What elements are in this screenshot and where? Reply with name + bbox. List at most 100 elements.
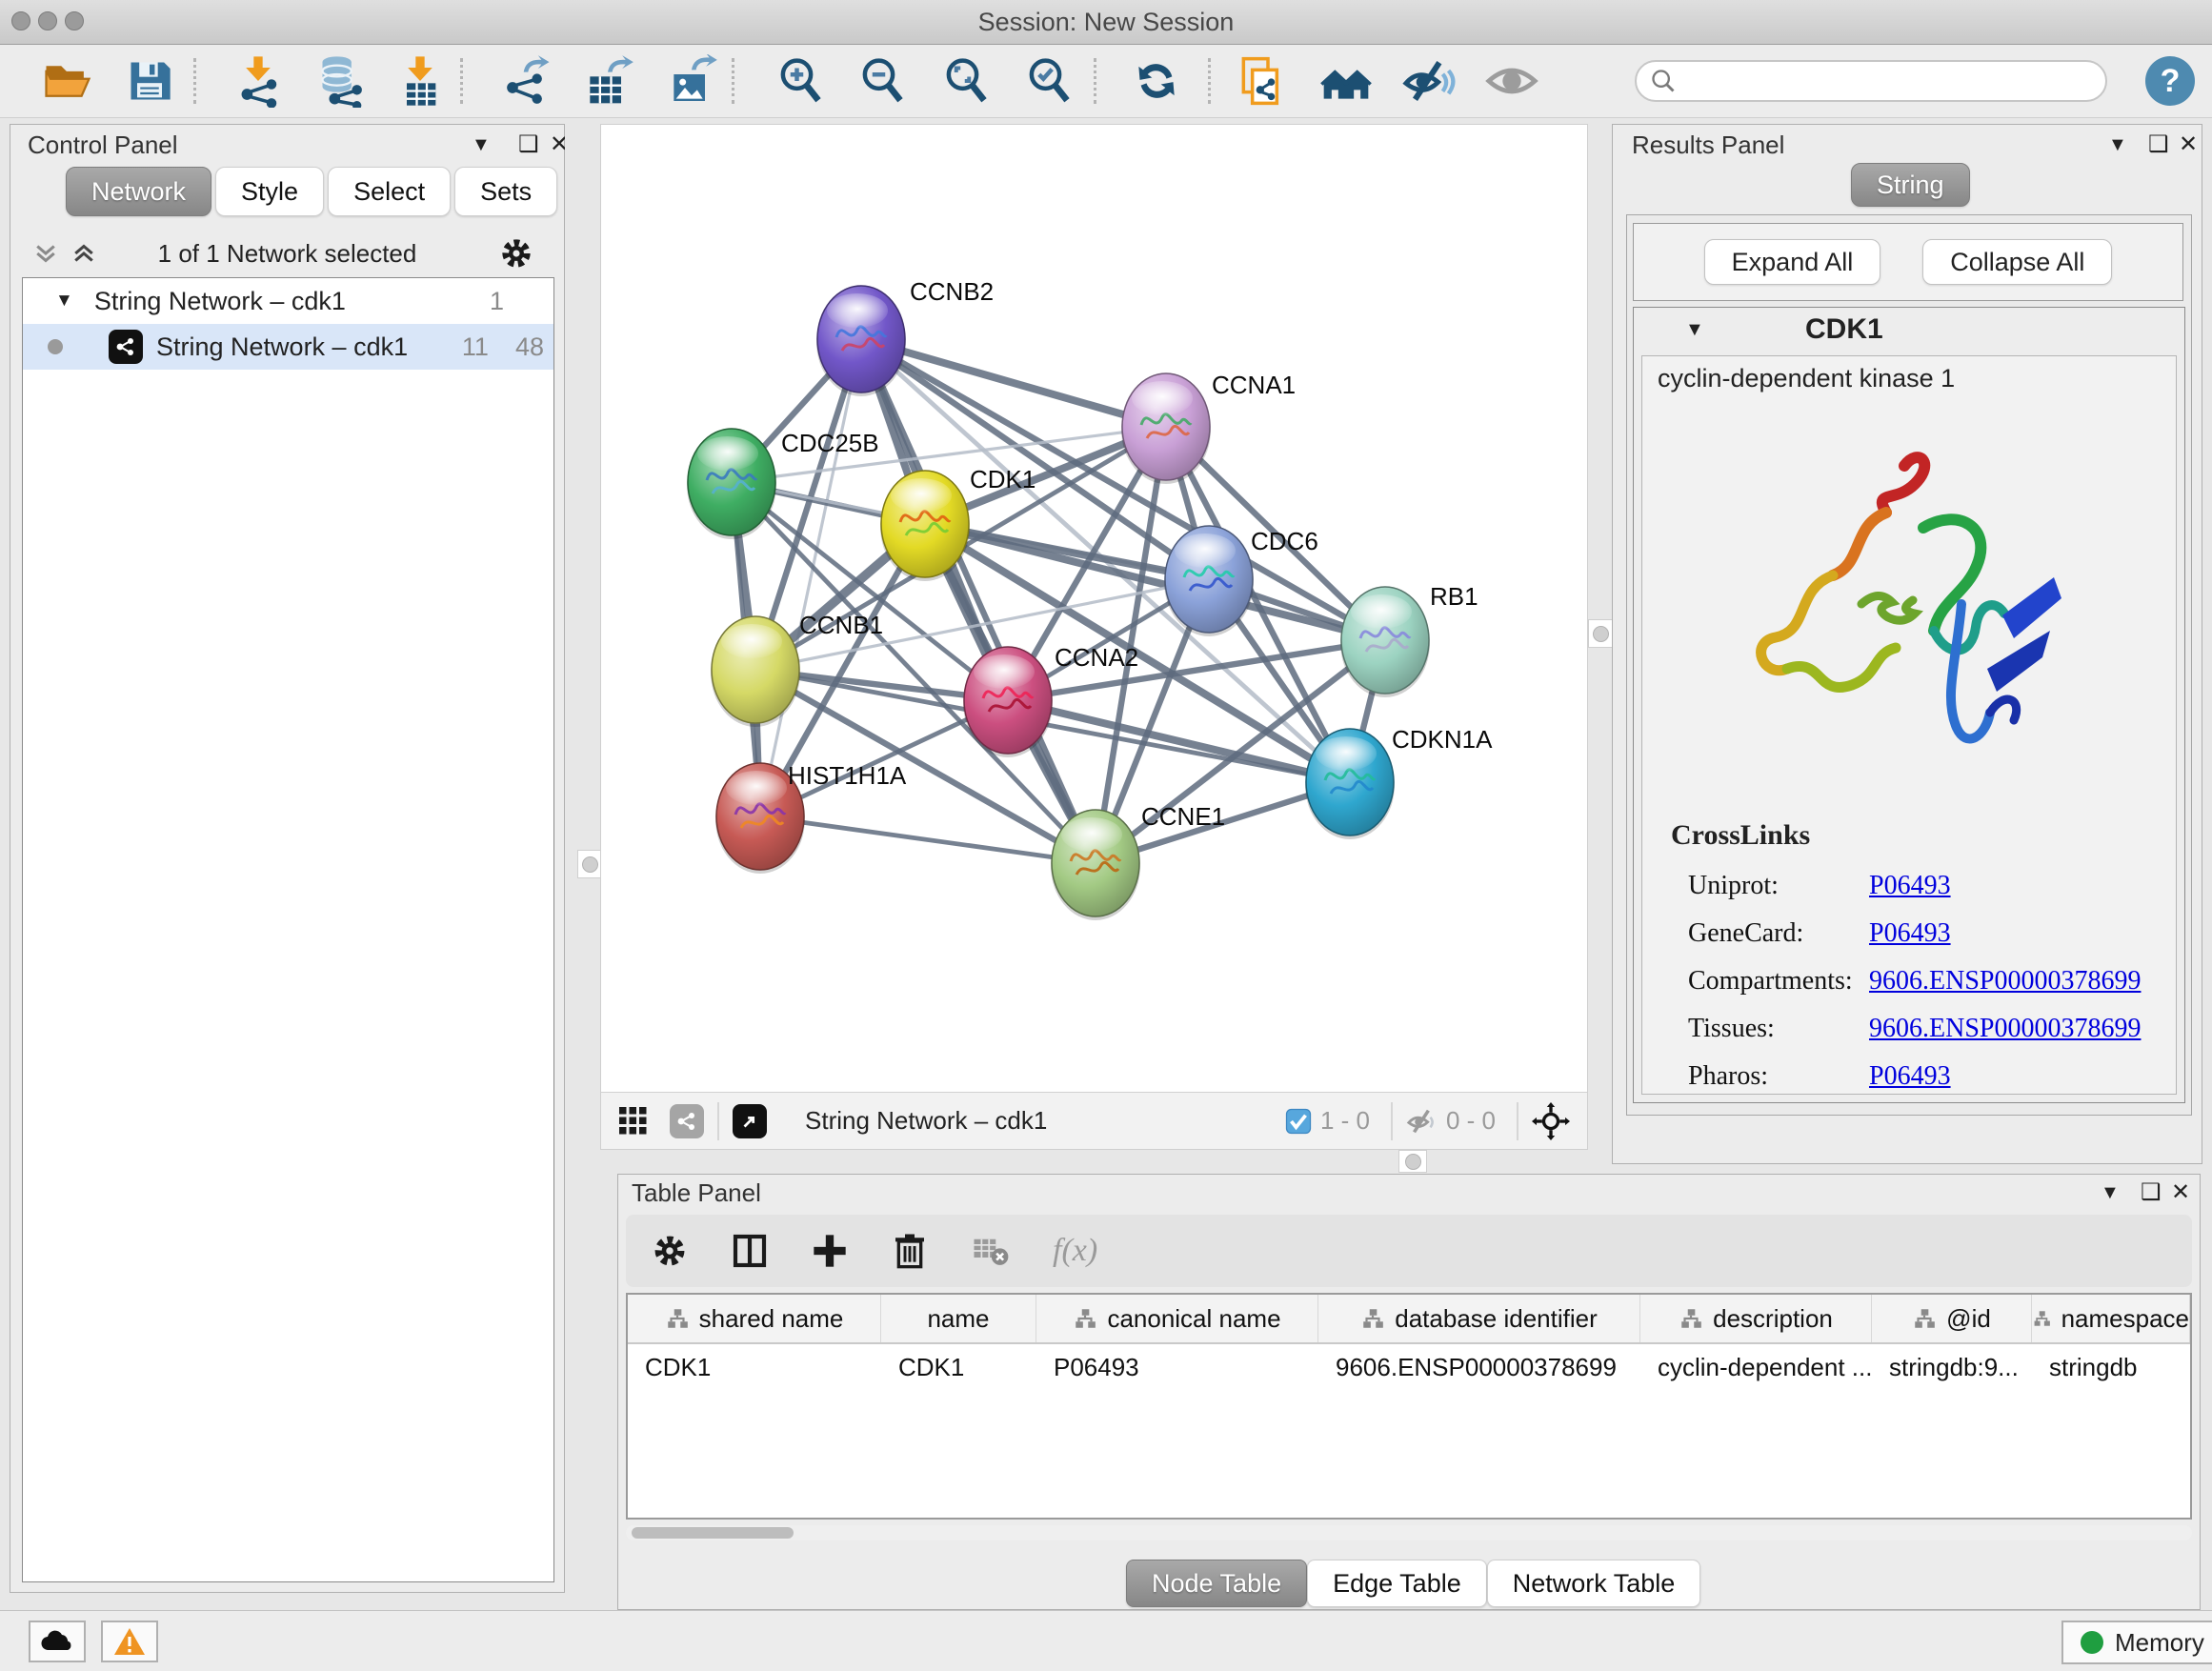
node-label: CCNB1 [799,611,883,639]
column-header[interactable]: canonical name [1036,1295,1318,1342]
tab-network[interactable]: Network [66,167,211,216]
crosslink-value-link[interactable]: 9606.ENSP00000378699 [1869,966,2141,997]
gear-icon[interactable] [651,1232,689,1270]
column-header[interactable]: shared name [628,1295,881,1342]
search-box[interactable] [1635,60,2107,102]
show-columns-icon[interactable] [731,1232,769,1270]
network-view-mode-icon[interactable] [670,1104,704,1138]
splitter-handle[interactable] [1588,619,1613,648]
network-node-cdc25b[interactable] [687,429,776,539]
splitter-handle[interactable] [1398,1150,1427,1173]
network-node-cdc6[interactable] [1164,526,1254,636]
network-node-ccne1[interactable] [1051,810,1140,920]
network-node-ccna1[interactable] [1121,373,1211,484]
import-table-button[interactable] [392,52,449,110]
cloud-button[interactable] [29,1621,86,1662]
column-header[interactable]: database identifier [1318,1295,1640,1342]
tab-style[interactable]: Style [215,167,324,216]
table-hscrollbar[interactable] [626,1525,2192,1540]
selected-checkbox-icon[interactable] [1284,1107,1313,1136]
table-cell[interactable]: stringdb [2032,1344,2190,1390]
network-node-cdk1[interactable] [880,471,970,581]
tab-node-table[interactable]: Node Table [1126,1560,1307,1607]
tab-select[interactable]: Select [328,167,451,216]
import-network-file-button[interactable] [230,52,287,110]
float-panel-icon[interactable]: ❑ [2141,1178,2162,1206]
table-cell[interactable]: 9606.ENSP00000378699 [1318,1344,1640,1390]
save-session-button[interactable] [121,52,178,110]
close-panel-icon[interactable]: ✕ [2171,1178,2190,1206]
table-cell[interactable]: stringdb:9... [1872,1344,2032,1390]
crosslink-row: GeneCard:P06493 [1642,918,2176,966]
detach-view-icon[interactable] [733,1104,767,1138]
column-header[interactable]: name [881,1295,1036,1342]
memory-button[interactable]: Memory [2061,1621,2212,1664]
export-image-button[interactable] [663,52,720,110]
grid-view-icon[interactable] [616,1104,651,1138]
right-splitter[interactable] [1588,124,1612,1164]
network-row[interactable]: String Network – cdk1 11 48 [23,324,553,370]
zoom-in-button[interactable] [773,52,830,110]
crosslink-value-link[interactable]: P06493 [1869,871,1951,901]
tab-string[interactable]: String [1851,163,1970,207]
duplicate-network-button[interactable] [1233,52,1290,110]
network-node-ccnb1[interactable] [711,616,800,727]
tab-edge-table[interactable]: Edge Table [1307,1560,1487,1607]
crosslink-value-link[interactable]: P06493 [1869,918,1951,949]
table-row[interactable]: CDK1CDK1P064939606.ENSP00000378699cyclin… [628,1344,2190,1390]
column-header[interactable]: namespace [2032,1295,2190,1342]
tab-sets[interactable]: Sets [454,167,557,216]
splitter-handle[interactable] [577,850,602,878]
network-edge[interactable] [760,816,1096,863]
crosslink-value-link[interactable]: 9606.ENSP00000378699 [1869,1014,2141,1044]
panel-menu-icon[interactable]: ▼ [2101,1182,2120,1204]
gear-icon[interactable] [498,235,534,272]
show-all-networks-button[interactable] [1317,52,1375,110]
panel-menu-icon[interactable]: ▼ [472,134,491,156]
table-cell[interactable]: P06493 [1036,1344,1318,1390]
entry-expander-icon[interactable]: ▼ [1685,319,1704,341]
export-table-button[interactable] [579,52,636,110]
column-header[interactable]: @id [1872,1295,2032,1342]
network-node-cdkn1a[interactable] [1305,729,1395,839]
collapse-all-button[interactable]: Collapse All [1922,239,2112,285]
network-graph[interactable]: CCNB2CCNA1CDC25BCDK1CDC6RB1CCNB1CCNA2CDK… [601,125,1587,1093]
collection-expander-icon[interactable]: ▼ [55,291,73,312]
export-network-button[interactable] [497,52,554,110]
network-view[interactable]: CCNB2CCNA1CDC25BCDK1CDC6RB1CCNB1CCNA2CDK… [600,124,1588,1150]
float-panel-icon[interactable]: ❑ [518,131,539,158]
tab-network-table[interactable]: Network Table [1487,1560,1701,1607]
panel-menu-icon[interactable]: ▼ [2108,134,2127,156]
add-column-icon[interactable] [811,1232,849,1270]
show-hidden-button[interactable] [1483,52,1540,110]
network-node-rb1[interactable] [1340,587,1430,697]
zoom-out-button[interactable] [855,52,912,110]
float-panel-icon[interactable]: ❑ [2148,131,2169,158]
node-table[interactable]: shared namenamecanonical namedatabase id… [626,1293,2192,1520]
fit-content-crosshair-icon[interactable] [1532,1102,1570,1140]
zoom-selected-button[interactable] [1021,52,1078,110]
table-cell[interactable]: cyclin-dependent ... [1640,1344,1872,1390]
network-collection-row[interactable]: ▼ String Network – cdk1 1 [23,278,553,324]
search-input[interactable] [1677,67,2061,95]
delete-column-icon[interactable] [891,1232,929,1270]
column-header[interactable]: description [1640,1295,1872,1342]
open-session-button[interactable] [39,52,96,110]
network-node-ccnb2[interactable] [816,286,906,396]
crosslink-value-link[interactable]: P06493 [1869,1061,1951,1092]
hide-selected-button[interactable] [1400,52,1458,110]
network-node-ccna2[interactable] [963,647,1053,757]
apply-layout-button[interactable] [1128,52,1185,110]
left-splitter[interactable] [565,124,600,1593]
zoom-fit-button[interactable] [938,52,995,110]
import-network-database-button[interactable] [311,52,368,110]
help-button[interactable]: ? [2145,56,2195,106]
close-panel-icon[interactable]: ✕ [2179,131,2198,158]
table-cell[interactable]: CDK1 [881,1344,1036,1390]
scrollbar-thumb[interactable] [632,1527,794,1539]
expand-all-button[interactable]: Expand All [1704,239,1881,285]
warnings-button[interactable] [101,1621,158,1662]
network-edge[interactable] [760,339,861,816]
function-builder-button[interactable]: f(x) [1053,1233,1097,1269]
table-cell[interactable]: CDK1 [628,1344,881,1390]
